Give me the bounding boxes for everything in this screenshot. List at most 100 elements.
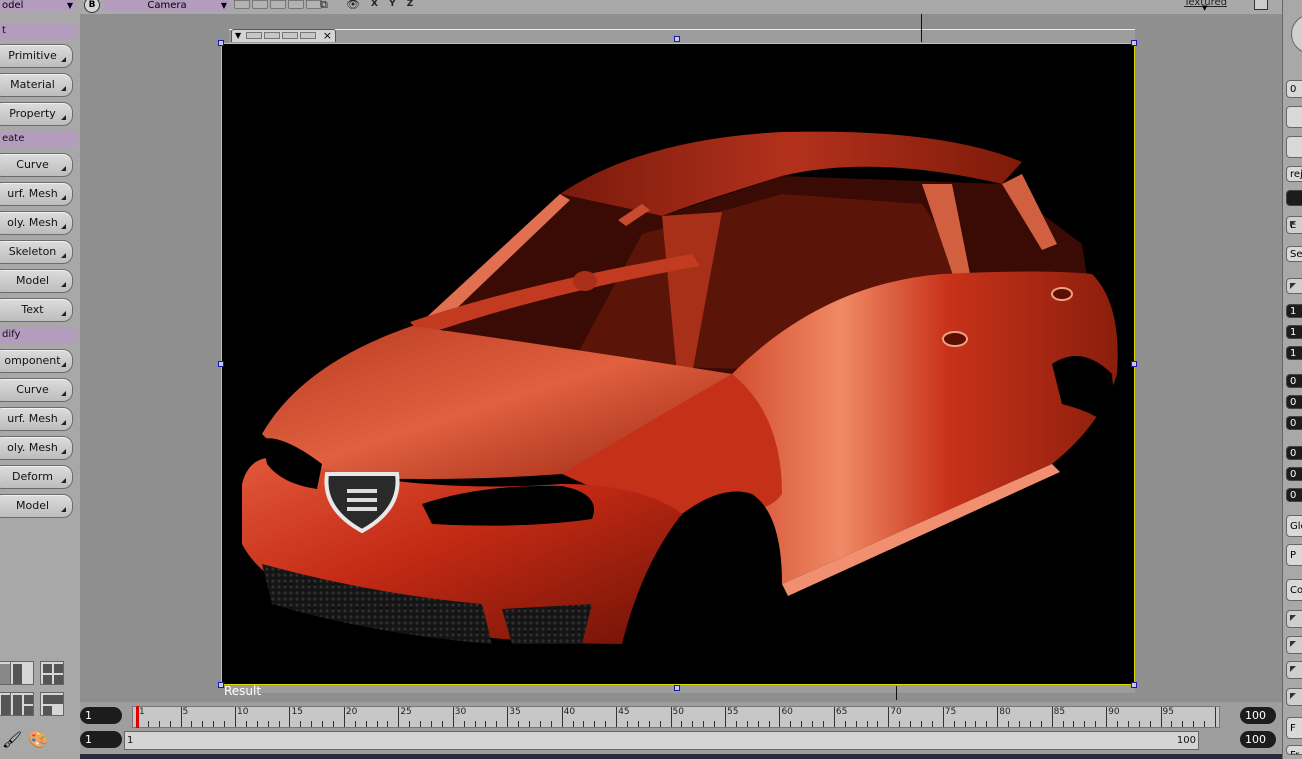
- right-panel-item[interactable]: Se: [1286, 246, 1302, 262]
- timeline-tick: [648, 721, 650, 727]
- right-panel-item[interactable]: [1286, 190, 1302, 206]
- tool-modify-component[interactable]: omponent: [0, 349, 73, 373]
- right-panel-item[interactable]: Co: [1286, 579, 1302, 601]
- tool-create-skeleton[interactable]: Skeleton: [0, 240, 73, 264]
- tool-property[interactable]: Property: [0, 102, 73, 126]
- close-icon[interactable]: ×: [323, 29, 332, 42]
- right-panel-item[interactable]: [1286, 661, 1302, 679]
- right-panel-item[interactable]: Glo: [1286, 515, 1302, 537]
- camera-menu[interactable]: Camera ▼: [104, 0, 230, 11]
- tool-modify-deform[interactable]: Deform: [0, 465, 73, 489]
- render-view[interactable]: [221, 43, 1135, 685]
- right-panel-item[interactable]: 0: [1286, 488, 1302, 502]
- brush-icon[interactable]: 🖌: [0, 728, 24, 752]
- layout-vertical-split-icon[interactable]: [10, 661, 34, 685]
- right-panel-item[interactable]: 0: [1286, 446, 1302, 460]
- right-panel-item[interactable]: 0: [1286, 416, 1302, 430]
- panel-dial[interactable]: [1291, 14, 1302, 54]
- right-panel-item[interactable]: [1286, 106, 1302, 128]
- view-slot[interactable]: [270, 0, 286, 9]
- tool-modify-surf-mesh[interactable]: urf. Mesh: [0, 407, 73, 431]
- current-frame-field[interactable]: 1: [80, 707, 122, 724]
- layout-bottom-split-icon[interactable]: [40, 692, 64, 716]
- tool-create-curve[interactable]: Curve: [0, 153, 73, 177]
- timeline-tick: [1084, 721, 1086, 727]
- right-panel-item[interactable]: [1286, 136, 1302, 158]
- timeline-tick: [1182, 721, 1184, 727]
- tool-modify-model[interactable]: Model: [0, 494, 73, 518]
- view-slot[interactable]: [288, 0, 304, 9]
- playhead[interactable]: [136, 706, 139, 728]
- section-create[interactable]: eate: [0, 131, 77, 147]
- right-panel-item[interactable]: [1286, 610, 1302, 628]
- right-panel-item[interactable]: 0: [1286, 395, 1302, 409]
- tool-create-surf-mesh[interactable]: urf. Mesh: [0, 182, 73, 206]
- display-icon[interactable]: ⧉: [320, 0, 328, 12]
- viewport-slot[interactable]: [300, 32, 316, 39]
- timeline-ruler[interactable]: 1 5 10 15 20 25 30 35 40 45 50 55 60 65 70 75 80 85 90 95: [132, 706, 1220, 728]
- range-end-field[interactable]: 100: [1240, 731, 1276, 748]
- section-get[interactable]: t: [0, 23, 77, 39]
- timeline-tick: [746, 721, 748, 727]
- timeline-tick: [1073, 721, 1075, 727]
- tool-primitive[interactable]: Primitive: [0, 44, 73, 68]
- selection-handle[interactable]: [674, 36, 680, 42]
- viewport-slot[interactable]: [282, 32, 298, 39]
- timeline-tick: [1051, 707, 1053, 727]
- selection-handle[interactable]: [218, 361, 224, 367]
- selection-handle[interactable]: [1131, 682, 1137, 688]
- right-panel-item[interactable]: F: [1286, 717, 1302, 739]
- tool-modify-curve[interactable]: Curve: [0, 378, 73, 402]
- right-panel-item[interactable]: 0: [1286, 467, 1302, 481]
- right-panel-item[interactable]: Fr: [1286, 745, 1302, 755]
- view-slot[interactable]: [252, 0, 268, 9]
- right-panel-item[interactable]: P: [1286, 544, 1302, 566]
- timeline-tick: [289, 707, 291, 727]
- view-slot[interactable]: [234, 0, 250, 9]
- timeline-tick: [1008, 721, 1010, 727]
- viewport-slot[interactable]: [264, 32, 280, 39]
- menu-arrow-icon[interactable]: ▼: [235, 30, 241, 42]
- selection-handle[interactable]: [674, 685, 680, 691]
- axes-toggle[interactable]: X Y Z: [371, 0, 417, 9]
- timeline-tick-label: 50: [672, 707, 684, 717]
- right-panel-item[interactable]: 0: [1286, 80, 1302, 98]
- right-panel-item[interactable]: [1286, 688, 1302, 706]
- right-panel-item[interactable]: 1: [1286, 346, 1302, 360]
- selection-handle[interactable]: [1131, 361, 1137, 367]
- tool-modify-poly-mesh[interactable]: oly. Mesh: [0, 436, 73, 460]
- selection-handle[interactable]: [218, 40, 224, 46]
- right-panel-item[interactable]: 0: [1286, 374, 1302, 388]
- layout-three-way-icon[interactable]: [10, 692, 34, 716]
- right-panel-item[interactable]: 1: [1286, 304, 1302, 318]
- section-modify[interactable]: dify: [0, 327, 77, 343]
- timeline-tick: [354, 721, 356, 727]
- tool-create-poly-mesh[interactable]: oly. Mesh: [0, 211, 73, 235]
- viewport[interactable]: ▼ × Result: [80, 14, 1282, 702]
- eye-icon[interactable]: 👁: [346, 0, 360, 12]
- b-button[interactable]: B: [84, 0, 100, 13]
- timeline-tick: [583, 721, 585, 727]
- palette-icon[interactable]: 🎨: [26, 728, 50, 752]
- timeline-tick: [420, 721, 422, 727]
- timeline-tick: [485, 721, 487, 727]
- layout-quad-icon[interactable]: [40, 661, 64, 685]
- viewport-slot[interactable]: [246, 32, 262, 39]
- mode-menu[interactable]: odel ▼: [0, 0, 76, 11]
- timeline-tick: [899, 721, 901, 727]
- selection-handle[interactable]: [1131, 40, 1137, 46]
- tool-create-text[interactable]: Text: [0, 298, 73, 322]
- right-panel-item[interactable]: [1286, 278, 1302, 294]
- maximize-icon[interactable]: [1254, 0, 1268, 10]
- end-frame-field[interactable]: 100: [1240, 707, 1276, 724]
- right-panel-item[interactable]: rej: [1286, 166, 1302, 182]
- right-panel-item[interactable]: [1286, 636, 1302, 654]
- frame-range-slider[interactable]: 1 100: [124, 731, 1199, 750]
- viewport-guide-line: [896, 686, 897, 700]
- tool-create-model[interactable]: Model: [0, 269, 73, 293]
- right-panel-item[interactable]: E: [1286, 216, 1302, 234]
- timeline-tick: [616, 707, 618, 727]
- start-frame-field[interactable]: 1: [80, 731, 122, 748]
- tool-material[interactable]: Material: [0, 73, 73, 97]
- right-panel-item[interactable]: 1: [1286, 325, 1302, 339]
